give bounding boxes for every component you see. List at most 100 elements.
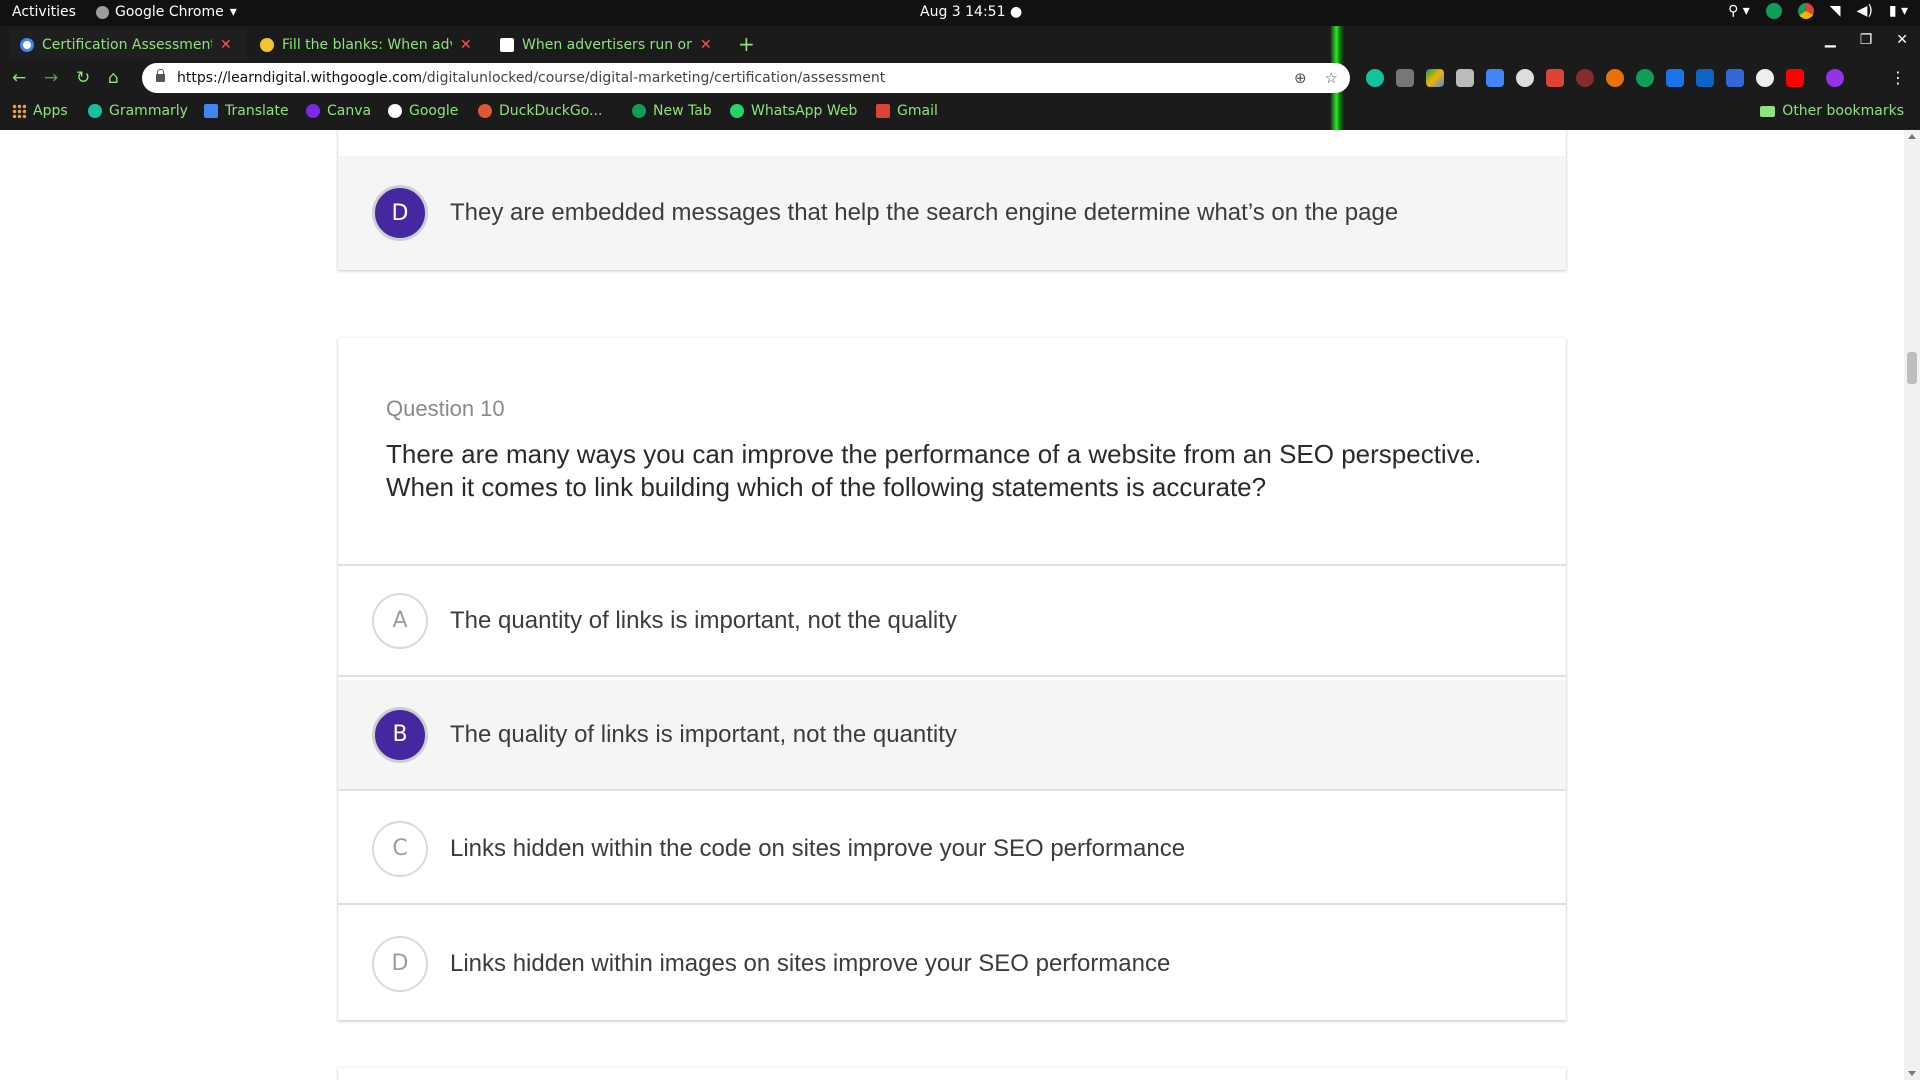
- bookmark-grammarly[interactable]: Grammarly: [88, 103, 188, 119]
- close-tab-icon[interactable]: ✕: [220, 37, 232, 53]
- url-path: /digitalunlocked/course/digital-marketin…: [422, 70, 886, 86]
- app-menu[interactable]: Google Chrome ▾: [96, 4, 237, 20]
- option-text: Links hidden within the code on sites im…: [450, 834, 1186, 862]
- bookmark-label: WhatsApp Web: [751, 103, 858, 119]
- question-card-next: [338, 1068, 1566, 1080]
- system-tray[interactable]: ⚲ ▾ ◥ ◀) ▮ ▾: [1728, 3, 1908, 19]
- extension-icon[interactable]: [1726, 69, 1744, 87]
- extension-icon[interactable]: [1396, 69, 1414, 87]
- option-text: The quantity of links is important, not …: [450, 606, 957, 634]
- minimize-icon[interactable]: ▁: [1825, 32, 1836, 48]
- home-icon[interactable]: ⌂: [108, 68, 119, 88]
- clock-extension-icon[interactable]: [1516, 69, 1534, 87]
- extension-icon[interactable]: [1756, 69, 1774, 87]
- url-text[interactable]: https://learndigital.withgoogle.com/digi…: [177, 70, 885, 86]
- mail-extension-icon[interactable]: [1456, 69, 1474, 87]
- answer-option-c[interactable]: C Links hidden within the code on sites …: [338, 794, 1566, 905]
- translate-icon: [204, 104, 218, 118]
- address-bar[interactable]: https://learndigital.withgoogle.com/digi…: [142, 63, 1350, 93]
- restore-icon[interactable]: ❐: [1860, 32, 1873, 48]
- google-drive-extension-icon[interactable]: [1426, 69, 1444, 87]
- bookmark-label: Google: [409, 103, 459, 119]
- bookmark-label: New Tab: [653, 103, 712, 119]
- extension-icon[interactable]: [1636, 69, 1654, 87]
- accessibility-icon[interactable]: ⚲ ▾: [1728, 3, 1750, 19]
- bookmark-canva[interactable]: Canva: [306, 103, 371, 119]
- reload-icon[interactable]: ↻: [76, 68, 90, 88]
- scrollbar-thumb[interactable]: [1907, 352, 1917, 384]
- window-controls: ▁ ❐ ✕: [1825, 32, 1908, 48]
- kebab-menu-icon[interactable]: ⋮: [1890, 68, 1906, 87]
- bookmark-translate[interactable]: Translate: [204, 103, 289, 119]
- chrome-app-icon: [96, 5, 109, 19]
- option-badge: C: [372, 820, 428, 877]
- scroll-down-icon[interactable]: [1908, 1071, 1916, 1076]
- close-window-icon[interactable]: ✕: [1896, 32, 1908, 48]
- bookmark-apps[interactable]: Apps: [12, 103, 68, 119]
- answer-option-b[interactable]: B The quality of links is important, not…: [338, 680, 1566, 791]
- bookmark-new-tab[interactable]: New Tab: [632, 103, 712, 119]
- clock-label: Aug 3 14:51: [920, 4, 1006, 20]
- bulb-favicon-icon: [260, 38, 274, 52]
- bookmark-duckduckgo[interactable]: DuckDuckGo...: [478, 103, 602, 119]
- bookmark-gmail[interactable]: Gmail: [876, 103, 938, 119]
- close-tab-icon[interactable]: ✕: [460, 37, 472, 53]
- page-scrollbar[interactable]: [1904, 130, 1920, 1080]
- new-tab-icon: [632, 104, 646, 118]
- bookmarks-bar: Apps Grammarly Translate Canva Google Du…: [0, 96, 1920, 128]
- option-badge: D: [372, 935, 428, 992]
- folder-icon: [1760, 105, 1776, 117]
- canva-icon: [306, 104, 320, 118]
- hangouts-icon[interactable]: [1765, 3, 1782, 19]
- close-tab-icon[interactable]: ✕: [700, 37, 712, 53]
- answer-option-d[interactable]: D They are embedded messages that help t…: [338, 156, 1566, 270]
- tab-title: Certification Assessment: [42, 37, 212, 53]
- bookmark-label: Grammarly: [109, 103, 188, 119]
- bookmark-label: Canva: [327, 103, 372, 119]
- gmail-extension-icon[interactable]: [1546, 69, 1564, 87]
- linkedin-extension-icon[interactable]: [1696, 69, 1714, 87]
- zoom-icon[interactable]: ⊕: [1294, 69, 1307, 87]
- tab-fill-the-blanks[interactable]: Fill the blanks: When adv ✕: [250, 30, 482, 60]
- option-text: Links hidden within images on sites impr…: [450, 949, 1171, 977]
- option-text: The quality of links is important, not t…: [450, 720, 957, 748]
- chrome-tray-icon[interactable]: [1797, 3, 1814, 19]
- bookmark-label: DuckDuckGo...: [499, 103, 603, 119]
- volume-icon[interactable]: ◀): [1857, 3, 1873, 19]
- other-bookmarks[interactable]: Other bookmarks: [1760, 103, 1904, 119]
- scroll-up-icon[interactable]: [1908, 134, 1916, 139]
- tab-title: When advertisers run onl: [522, 37, 692, 53]
- extension-icon[interactable]: [1606, 69, 1624, 87]
- tab-certification-assessment[interactable]: Certification Assessment ✕: [10, 30, 246, 60]
- forward-arrow-icon[interactable]: →: [44, 68, 58, 88]
- battery-icon[interactable]: ▮ ▾: [1889, 3, 1908, 19]
- bookmark-star-icon[interactable]: ☆: [1325, 69, 1338, 87]
- bookmark-whatsapp[interactable]: WhatsApp Web: [730, 103, 857, 119]
- activities-button[interactable]: Activities: [12, 4, 76, 20]
- calendar-extension-icon[interactable]: [1486, 69, 1504, 87]
- google-favicon-icon: [20, 38, 34, 52]
- brainly-favicon-icon: [500, 38, 514, 52]
- apps-grid-icon: [12, 104, 26, 118]
- question-text: There are many ways you can improve the …: [386, 439, 1482, 502]
- extension-icon[interactable]: [1666, 69, 1684, 87]
- back-arrow-icon[interactable]: ←: [12, 68, 26, 88]
- tab-when-advertisers[interactable]: When advertisers run onl ✕: [490, 30, 722, 60]
- clock[interactable]: Aug 3 14:51 ●: [920, 4, 1022, 20]
- whatsapp-icon: [730, 104, 744, 118]
- grammarly-icon: [88, 104, 102, 118]
- extensions-area: [1366, 69, 1844, 87]
- lock-icon[interactable]: [156, 69, 165, 82]
- chevron-down-icon: ▾: [229, 4, 237, 20]
- profile-avatar[interactable]: [1826, 69, 1844, 87]
- youtube-extension-icon[interactable]: [1786, 69, 1804, 87]
- wifi-icon[interactable]: ◥: [1830, 3, 1841, 19]
- answer-option-d[interactable]: D Links hidden within images on sites im…: [338, 908, 1566, 1019]
- answer-option-a[interactable]: A The quantity of links is important, no…: [338, 566, 1566, 677]
- duckduckgo-icon: [478, 104, 492, 118]
- bookmark-google[interactable]: Google: [388, 103, 458, 119]
- extension-icon[interactable]: [1576, 69, 1594, 87]
- grammarly-extension-icon[interactable]: [1366, 69, 1384, 87]
- question-number: Question 10: [386, 396, 505, 421]
- new-tab-button[interactable]: +: [738, 32, 755, 56]
